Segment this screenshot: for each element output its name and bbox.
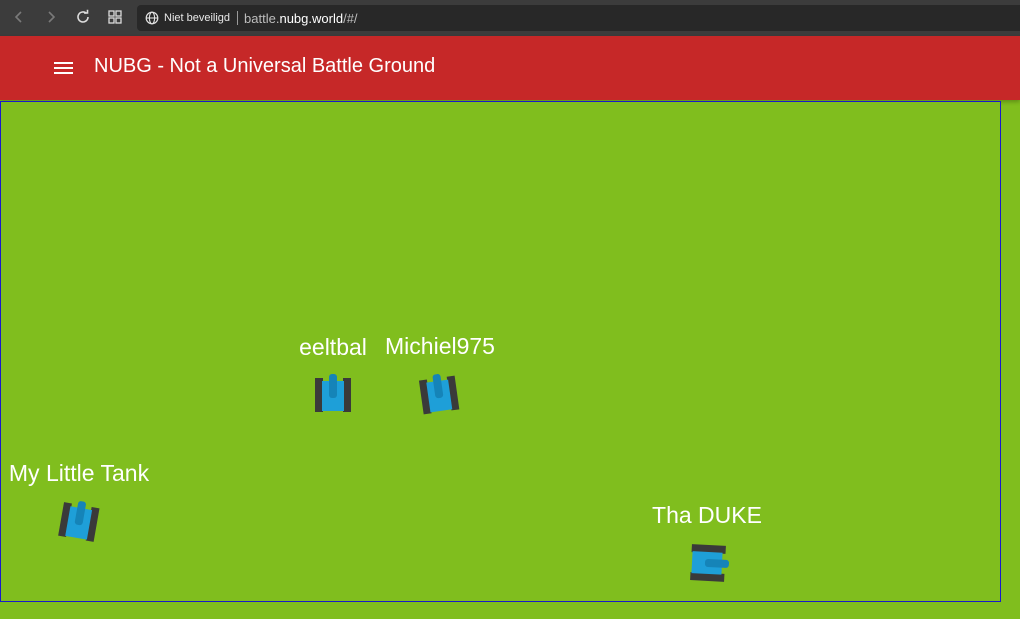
player-tank	[56, 498, 102, 544]
forward-icon[interactable]	[40, 6, 62, 28]
player-name-label: Michiel975	[385, 333, 495, 359]
player-tank	[313, 374, 353, 414]
player-name-label: My Little Tank	[8, 460, 150, 486]
player-name-label: Tha DUKE	[652, 502, 762, 528]
url-prefix: battle.	[244, 10, 280, 26]
url-domain: nubg.world	[279, 10, 344, 26]
reload-icon[interactable]	[72, 6, 94, 28]
url-text[interactable]: battle.nubg.world/#/	[244, 11, 358, 26]
player-tank	[416, 371, 461, 416]
app-title: NUBG - Not a Universal Battle Ground	[94, 55, 436, 77]
tabs-grid-icon[interactable]	[104, 6, 126, 28]
back-icon[interactable]	[8, 6, 30, 28]
app-bar: NUBG - Not a Universal Battle Ground	[0, 36, 1020, 100]
game-arena[interactable]: eeltbal Michiel975 My Little Tank Tha DU…	[0, 101, 1001, 602]
globe-icon[interactable]	[145, 11, 159, 25]
address-bar[interactable]: Niet beveiligd battle.nubg.world/#/	[137, 5, 1020, 31]
url-path: /#/	[343, 10, 358, 26]
player-name-label: eeltbal	[299, 334, 367, 360]
player-tank	[688, 542, 730, 584]
browser-toolbar: Niet beveiligd battle.nubg.world/#/	[0, 0, 1020, 36]
hamburger-menu-icon[interactable]	[53, 59, 74, 77]
security-label[interactable]: Niet beveiligd	[164, 11, 239, 25]
